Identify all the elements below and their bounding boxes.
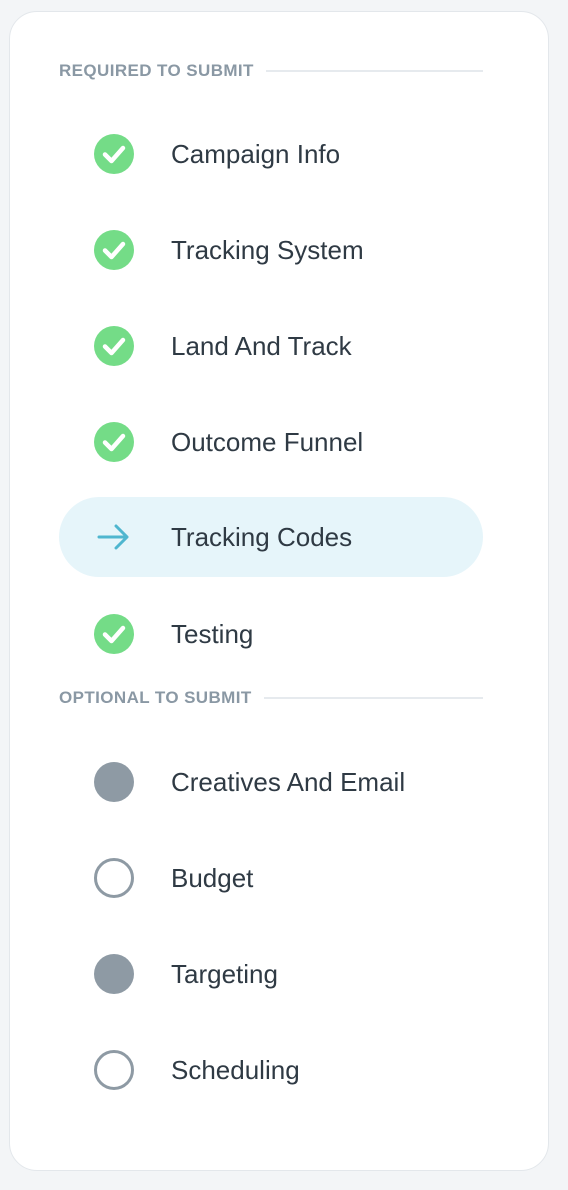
step-label: Land And Track <box>171 331 352 361</box>
check-circle-icon <box>94 422 134 462</box>
check-circle-icon <box>94 614 134 654</box>
check-circle-icon <box>94 326 134 366</box>
step-label: Outcome Funnel <box>171 427 364 457</box>
step-label: Tracking System <box>171 235 364 265</box>
filled-circle-icon <box>94 762 134 802</box>
required-section-title: REQUIRED TO SUBMIT <box>59 61 254 80</box>
check-circle-icon <box>94 134 134 174</box>
step-campaign-info[interactable]: Campaign Info <box>59 114 483 194</box>
required-section-header: REQUIRED TO SUBMIT <box>59 61 483 81</box>
empty-circle-icon <box>94 1050 134 1090</box>
step-outcome-funnel[interactable]: Outcome Funnel <box>59 402 483 482</box>
section-divider <box>263 697 483 699</box>
step-label: Tracking Codes <box>171 522 353 552</box>
steps-card: REQUIRED TO SUBMIT Campaign Info Trackin… <box>9 11 549 1171</box>
arrow-right-icon <box>94 517 134 557</box>
filled-circle-icon <box>94 954 134 994</box>
step-scheduling[interactable]: Scheduling <box>59 1030 483 1110</box>
empty-circle-icon <box>94 858 134 898</box>
section-divider <box>265 70 483 72</box>
step-testing[interactable]: Testing <box>59 594 483 674</box>
step-label: Scheduling <box>171 1055 300 1085</box>
step-budget[interactable]: Budget <box>59 838 483 918</box>
optional-section-title: OPTIONAL TO SUBMIT <box>59 688 252 707</box>
step-land-and-track[interactable]: Land And Track <box>59 306 483 386</box>
step-label: Testing <box>171 619 254 649</box>
step-targeting[interactable]: Targeting <box>59 934 483 1014</box>
step-label: Budget <box>171 863 254 893</box>
step-label: Campaign Info <box>171 139 341 169</box>
step-tracking-system[interactable]: Tracking System <box>59 210 483 290</box>
optional-section-header: OPTIONAL TO SUBMIT <box>59 688 483 708</box>
step-label: Targeting <box>171 959 278 989</box>
step-label: Creatives And Email <box>171 767 406 797</box>
check-circle-icon <box>94 230 134 270</box>
step-tracking-codes[interactable]: Tracking Codes <box>59 497 483 577</box>
step-creatives-and-email[interactable]: Creatives And Email <box>59 742 483 822</box>
